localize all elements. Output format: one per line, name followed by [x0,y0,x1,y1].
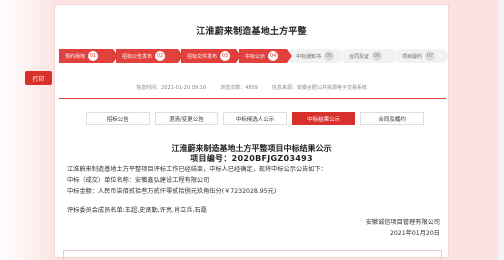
step-label: 中标通知书 [296,53,322,60]
step-number: 07 [425,51,436,61]
notice-winner: 中标（成交）单位名称：安徽鑫弘建设工程有限公司 [67,177,210,184]
step-number: 02 [155,51,166,61]
notice-tabs: 招标公告 澄清/变更公告 中标候选人公示 中标结果公示 合同及履约 [86,112,424,125]
step-item[interactable]: 招标文件发布 03 [181,49,241,63]
notice-committee: 评标委员会成员名单:王超,史贤勤,许亮,肖立兵,石磊 [67,207,207,214]
notice-date: 2021年01月20日 [389,230,440,237]
float-print-button[interactable]: 打印 [25,71,52,85]
tab-candidates[interactable]: 中标候选人公示 [223,112,287,125]
notice-intro: 江淮蔚来制造基地土方平整项目评标工作已经结束，中标人已经确定，现将中标公示公告如… [67,166,327,173]
step-item[interactable]: 合同及证 06 [343,49,398,63]
step-label: 中标公示 [245,53,266,60]
tab-bid-notice[interactable]: 招标公告 [86,112,150,125]
step-number: 06 [372,51,383,61]
scrollbar[interactable] [498,0,504,260]
step-label: 合同及证 [349,53,370,60]
info-time: 信息时间：2021-01-20 09:16 [136,85,207,91]
step-item[interactable]: 预约场地 01 [59,49,118,63]
divider [59,98,446,99]
step-label: 预约场地 [65,53,86,60]
step-number: 05 [324,51,335,61]
page-title: 江淮蔚来制造基地土方平整 [196,27,307,37]
step-label: 招标文件发布 [187,53,218,60]
step-item[interactable]: 中标通知书 05 [290,49,345,63]
progress-steps: 预约场地 01 招标公告发布 02 招标文件发布 03 中标公示 04 中标通知… [59,49,449,63]
content-card: 江淮蔚来制造基地土方平整 预约场地 01 招标公告发布 02 招标文件发布 03… [54,4,449,260]
info-meta: 信息时间：2021-01-20 09:16 浏览次数：4809 信息来源：安徽合… [55,84,448,91]
notice-issuer: 安徽诚信项目管理有限公司 [365,219,440,226]
step-number: 03 [220,51,231,61]
tab-result[interactable]: 中标结果公示 [291,112,356,125]
tab-contract[interactable]: 合同及履约 [360,112,424,125]
info-source: 信息来源：安徽合肥公共资源电子交易系统 [271,85,367,91]
tab-clarification[interactable]: 澄清/变更公告 [154,112,219,125]
page-background [0,0,58,260]
notice-amount: 中标金额：人民币柒佰贰拾叁万贰仟零贰拾捌元玖角伍分(￥7232028.95元) [67,188,277,195]
step-number: 04 [268,51,279,61]
next-section-box [63,250,442,260]
step-label: 项目履约 [402,53,423,60]
step-item[interactable]: 项目履约 07 [396,49,449,63]
notice-project-code: 项目编号：2020BFJGZ03493 [190,154,313,163]
step-number: 01 [88,51,99,61]
step-item[interactable]: 中标公示 04 [239,49,292,63]
step-label: 招标公告发布 [122,53,153,60]
info-views: 浏览次数：4809 [220,85,258,91]
step-item[interactable]: 招标公告发布 02 [116,49,183,63]
